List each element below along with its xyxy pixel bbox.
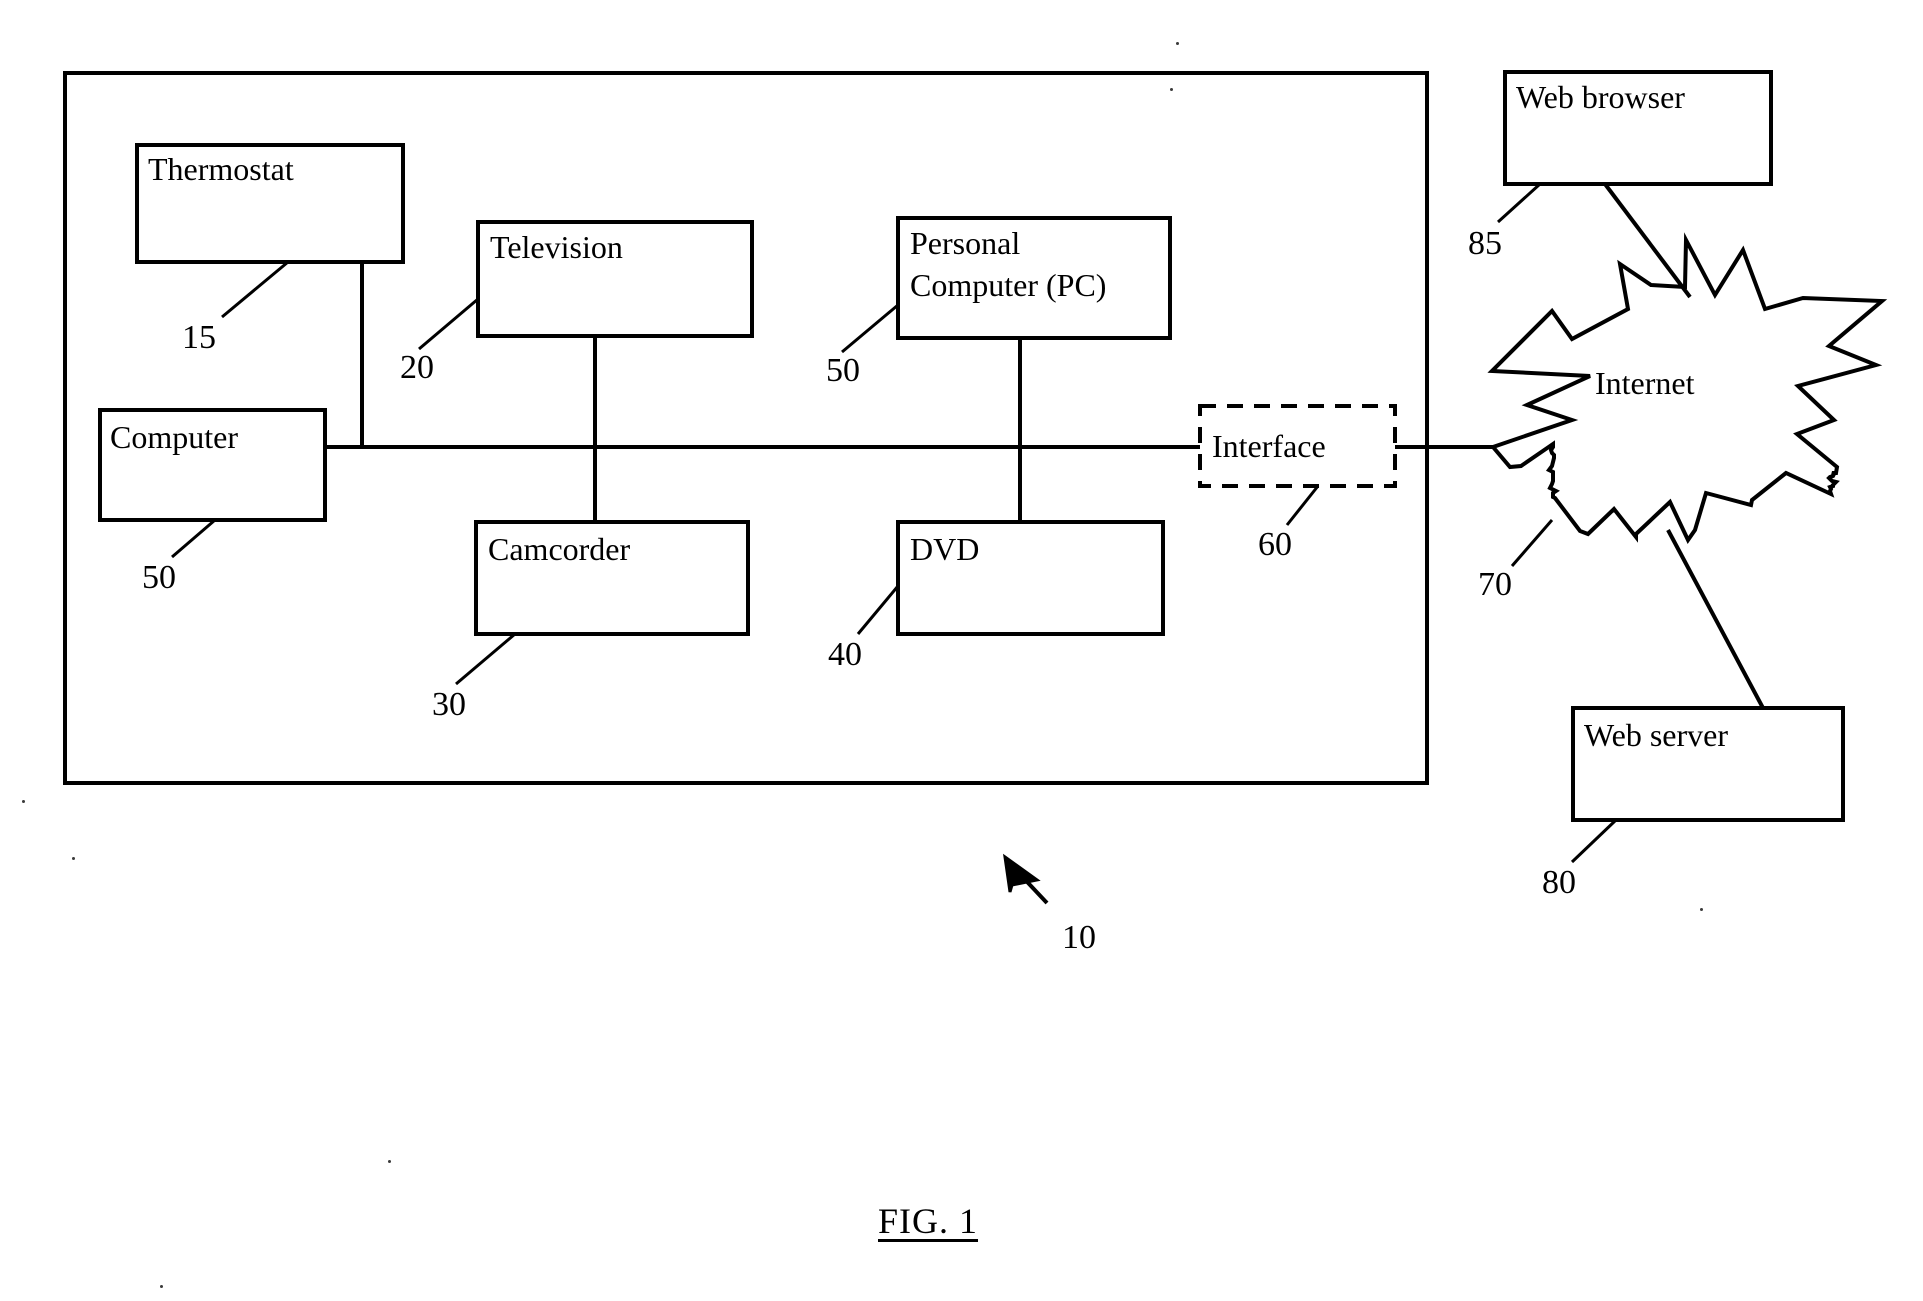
- ref-pc-50: 50: [826, 352, 860, 389]
- leader-camcorder-30: [455, 632, 516, 686]
- web-server-label: Web server: [1584, 717, 1729, 753]
- scan-speck: [22, 800, 25, 803]
- ref-internet-70: 70: [1478, 566, 1512, 603]
- scan-speck: [1170, 88, 1173, 91]
- scan-speck: [72, 857, 75, 860]
- leader-web-browser-85: [1496, 182, 1542, 224]
- leader-internet-70: [1510, 519, 1554, 567]
- web-browser-label: Web browser: [1516, 79, 1685, 115]
- television-label: Television: [490, 229, 623, 265]
- ref-thermostat-15: 15: [182, 319, 216, 356]
- ref-camcorder-30: 30: [432, 686, 466, 723]
- personal-computer-label-line2: Computer (PC): [910, 267, 1107, 303]
- leader-pc-50: [841, 303, 899, 354]
- diagram-canvas: [63, 70, 1888, 905]
- ref-system-10: 10: [1062, 919, 1096, 956]
- scan-speck: [1176, 42, 1179, 45]
- leader-television-20: [418, 297, 479, 351]
- interface-label: Interface: [1212, 428, 1326, 464]
- leader-web-server-80: [1570, 818, 1618, 864]
- figure-caption: FIG. 1: [878, 1201, 979, 1241]
- camcorder-label: Camcorder: [488, 531, 631, 567]
- web-browser-internet-connector: [1603, 182, 1692, 299]
- leader-interface-60: [1285, 485, 1320, 526]
- internet-label: Internet: [1595, 365, 1695, 401]
- ref-television-20: 20: [400, 349, 434, 386]
- ref-web-server-80: 80: [1542, 864, 1576, 901]
- ref-interface-60: 60: [1258, 526, 1292, 563]
- personal-computer-label-line1: Personal: [910, 225, 1021, 261]
- scan-speck: [160, 1285, 163, 1288]
- scan-speck: [388, 1160, 391, 1163]
- ref-web-browser-85: 85: [1468, 225, 1502, 262]
- leader-dvd-40: [856, 585, 900, 635]
- system-ref-arrow: [1003, 853, 1049, 905]
- dvd-label: DVD: [910, 531, 980, 567]
- internet-web-server-connector: [1666, 529, 1765, 709]
- scan-speck: [1700, 908, 1703, 911]
- leader-computer-50: [171, 518, 216, 559]
- ref-dvd-40: 40: [828, 636, 862, 673]
- computer-label: Computer: [110, 419, 238, 455]
- ref-computer-50: 50: [142, 559, 176, 596]
- leader-thermostat-15: [221, 260, 289, 319]
- thermostat-label: Thermostat: [148, 151, 294, 187]
- figure-page: Thermostat Television Personal Computer …: [0, 0, 1923, 1301]
